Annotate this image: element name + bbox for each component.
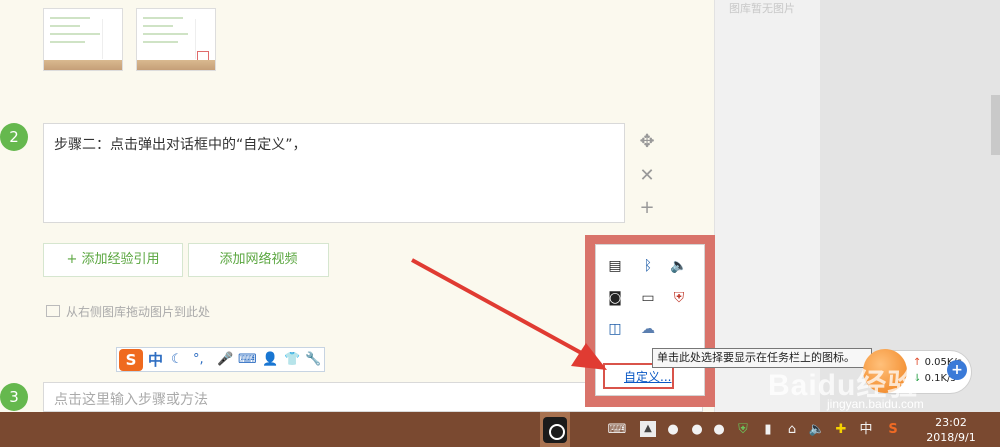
step-number: 3: [0, 383, 28, 411]
drag-hint-text: 从右侧图库拖动图片到此处: [66, 305, 211, 319]
cloud-icon[interactable]: ☁: [639, 321, 657, 337]
security-icon[interactable]: ⛨: [670, 290, 688, 306]
qq-icon[interactable]: ●: [688, 421, 706, 439]
moon-icon[interactable]: ☾: [171, 349, 183, 371]
user-icon[interactable]: 👤: [262, 349, 278, 371]
keyboard-icon[interactable]: ⌨: [238, 349, 257, 371]
image-icon: [46, 305, 60, 317]
plus-icon[interactable]: ✚: [832, 421, 850, 439]
battery-icon[interactable]: ▮: [760, 421, 776, 439]
wrench-icon[interactable]: 🔧: [305, 349, 321, 371]
microphone-icon[interactable]: 🎤: [217, 349, 233, 371]
add-step-icon[interactable]: +: [636, 197, 658, 219]
plus-icon[interactable]: +: [947, 360, 967, 380]
taskbar-app-button[interactable]: [540, 412, 570, 447]
delete-step-icon[interactable]: ✕: [636, 165, 658, 187]
customize-link[interactable]: 自定义...: [624, 368, 671, 385]
sogou-tray-icon[interactable]: S: [883, 421, 903, 439]
player-icon[interactable]: ◙: [606, 290, 624, 306]
keyboard-icon[interactable]: ⌨: [604, 421, 630, 439]
sogou-logo-icon[interactable]: S: [119, 349, 143, 371]
qq-icon[interactable]: ●: [664, 421, 682, 439]
display-icon[interactable]: ▭: [639, 290, 657, 306]
ime-language-indicator[interactable]: 中: [858, 421, 874, 439]
scrollbar-thumb[interactable]: [991, 95, 1000, 155]
film-icon[interactable]: ▤: [606, 258, 624, 274]
move-icon[interactable]: ✥: [636, 131, 658, 153]
clock-time: 23:02: [935, 416, 967, 429]
step-image-thumbnail[interactable]: [136, 8, 216, 71]
ime-toolbar: S 中 ☾ °, 🎤 ⌨ 👤 👕 🔧: [116, 347, 325, 372]
add-video-button[interactable]: 添加网络视频: [188, 243, 329, 277]
taskbar-clock[interactable]: 23:02 2018/9/1: [922, 415, 980, 445]
shield-icon[interactable]: ⛨: [734, 421, 752, 439]
app-icon: [543, 417, 567, 443]
clock-date: 2018/9/1: [926, 431, 976, 444]
add-reference-button[interactable]: + 添加经验引用: [43, 243, 183, 277]
punctuation-icon[interactable]: °,: [193, 349, 204, 371]
taskbar: ⌨ ▲ ● ● ● ⛨ ▮ ⌂ 🔈 ✚ 中 S: [0, 412, 1000, 447]
step-number: 2: [0, 123, 28, 151]
watermark-url: jingyan.baidu.com: [827, 397, 924, 411]
bluetooth-icon[interactable]: ᛒ: [639, 258, 657, 274]
window-icon[interactable]: ◫: [606, 321, 624, 337]
image-drop-hint: 从右侧图库拖动图片到此处: [46, 303, 210, 320]
step-image-thumbnail[interactable]: [43, 8, 123, 71]
step-text-input[interactable]: 步骤二：点击弹出对话框中的“自定义”，: [43, 123, 625, 223]
speaker-icon[interactable]: 🔈: [670, 258, 688, 274]
empty-library-note: 图库暂无图片: [729, 2, 795, 15]
network-icon[interactable]: ⌂: [784, 421, 800, 439]
ime-mode-toggle[interactable]: 中: [148, 349, 163, 371]
volume-icon[interactable]: 🔈: [808, 421, 826, 439]
qq-icon[interactable]: ●: [710, 421, 728, 439]
skin-icon[interactable]: 👕: [284, 349, 300, 371]
chevron-up-icon[interactable]: ▲: [640, 421, 656, 437]
